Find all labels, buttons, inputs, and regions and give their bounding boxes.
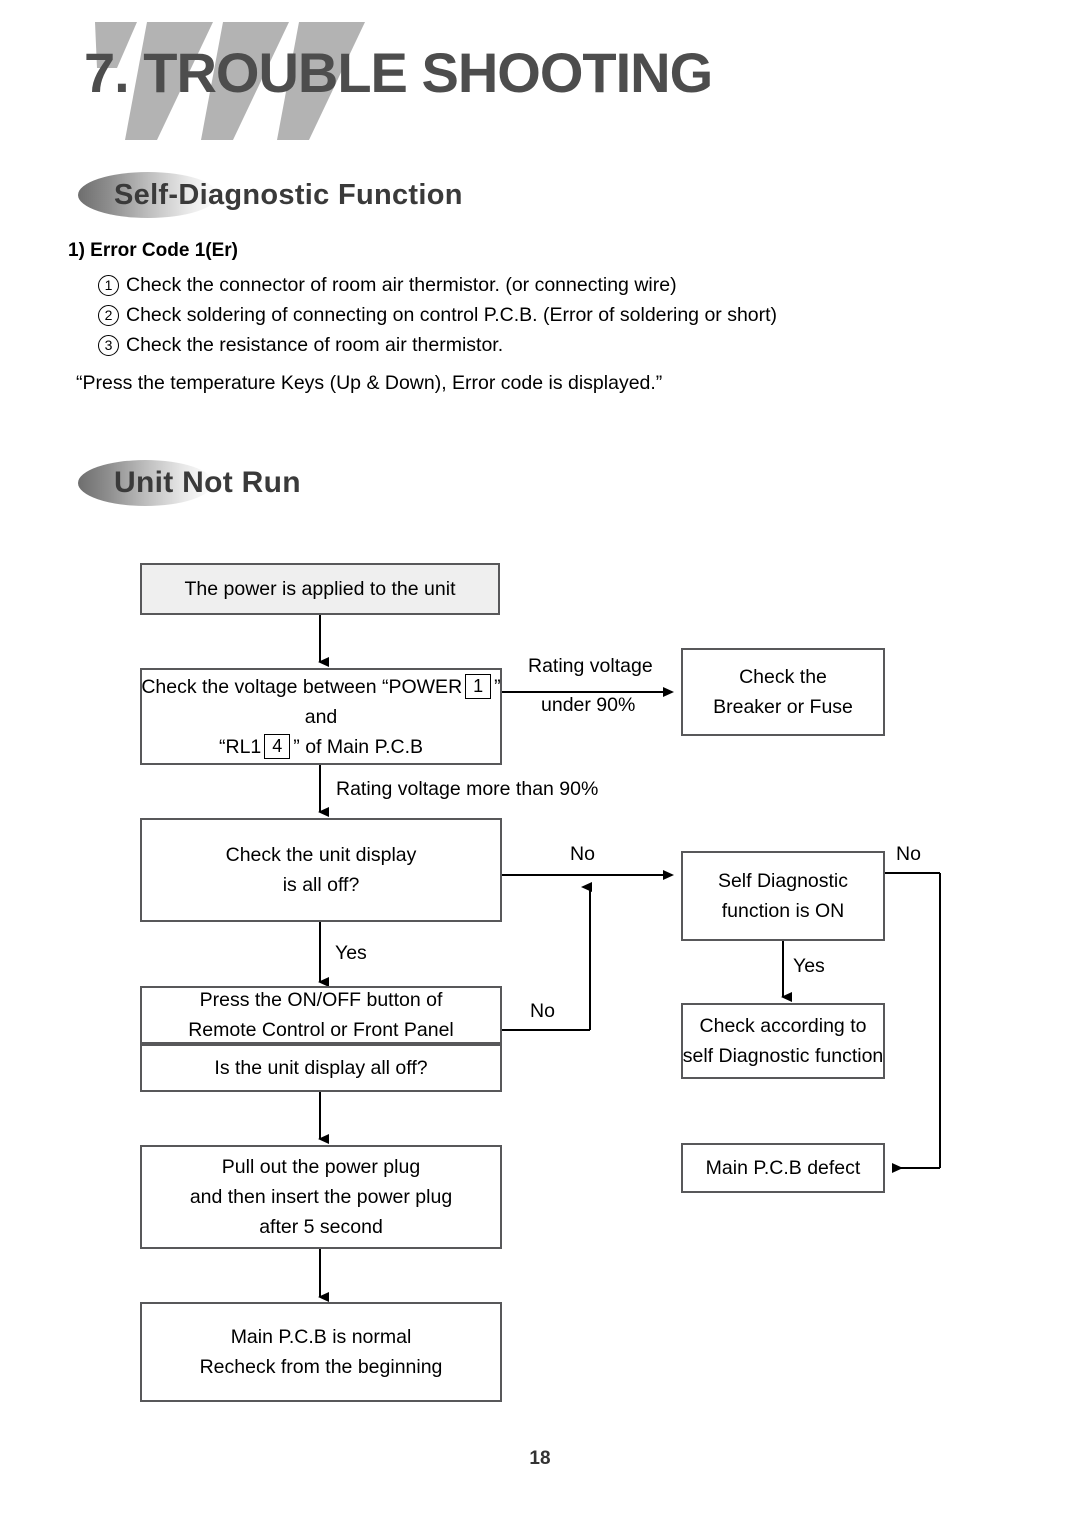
flow-node-text: Is the unit display all off? (214, 1057, 428, 1079)
flow-node-text-line1: Check the voltage between “POWER 1” (141, 672, 501, 702)
edge-label-yes-selfdiag: Yes (793, 955, 825, 977)
flow-node-pcb-normal: Main P.C.B is normal Recheck from the be… (140, 1302, 502, 1402)
flow-node-self-diagnostic-on: Self Diagnostic function is ON (681, 851, 885, 941)
flow-node-check-voltage: Check the voltage between “POWER 1” and “… (140, 668, 502, 765)
flow-node-text-line2: self Diagnostic function (682, 1045, 884, 1067)
flow-node-pcb-defect: Main P.C.B defect (681, 1143, 885, 1193)
voltage-text-pre: Check the voltage between “POWER (141, 675, 463, 698)
voltage-text-post: ” (494, 675, 501, 698)
boxed-number-power: 1 (465, 673, 492, 699)
flow-node-text-line2: and (304, 705, 338, 728)
rl1-text-pre: “RL1 (219, 735, 262, 758)
edge-label-yes-display: Yes (335, 942, 367, 964)
flow-node-text: Main P.C.B defect (705, 1157, 861, 1179)
boxed-number-rl1: 4 (264, 733, 291, 759)
flow-node-text-line2: Recheck from the beginning (199, 1356, 443, 1378)
flowchart: The power is applied to the unit Check t… (0, 0, 1080, 1528)
flow-node-pull-plug: Pull out the power plug and then insert … (140, 1145, 502, 1249)
flow-node-text-line2: function is ON (721, 900, 845, 922)
edge-label-no-onoff: No (530, 1000, 555, 1022)
flow-node-power-applied: The power is applied to the unit (140, 563, 500, 615)
flow-node-text-line1: Check according to (699, 1015, 867, 1037)
flow-node-check-according: Check according to self Diagnostic funct… (681, 1003, 885, 1079)
edge-label-no-selfdiag: No (896, 843, 921, 865)
flow-node-text-line2: Breaker or Fuse (713, 696, 853, 718)
edge-label-no-display: No (570, 843, 595, 865)
flow-node-text-line2: is all off? (282, 874, 360, 896)
edge-label-under-90: under 90% (541, 694, 636, 716)
rl1-text-post: ” of Main P.C.B (293, 735, 423, 758)
edge-label-rating-voltage: Rating voltage (528, 655, 653, 677)
edge-label-rating-more-than-90: Rating voltage more than 90% (336, 778, 599, 800)
flow-node-text-line3: “RL1 4” of Main P.C.B (219, 732, 423, 762)
flow-node-is-display-all-off: Is the unit display all off? (140, 1044, 502, 1092)
flow-node-text-line1: Main P.C.B is normal (230, 1326, 412, 1348)
flow-node-check-display: Check the unit display is all off? (140, 818, 502, 922)
flow-node-press-onoff: Press the ON/OFF button of Remote Contro… (140, 986, 502, 1044)
flow-node-text-line2: Remote Control or Front Panel (188, 1019, 454, 1041)
flow-node-text-line1: Pull out the power plug (221, 1156, 421, 1178)
flow-node-text: The power is applied to the unit (184, 578, 456, 600)
flow-node-text-line1: Press the ON/OFF button of (199, 989, 443, 1011)
flow-node-text-line2: and then insert the power plug (189, 1186, 453, 1208)
page-number: 18 (529, 1448, 551, 1469)
flow-node-text-line1: Check the unit display (225, 844, 417, 866)
flow-node-check-breaker: Check the Breaker or Fuse (681, 648, 885, 736)
flow-node-text-line3: after 5 second (259, 1216, 383, 1238)
flow-node-text-line1: Check the (739, 666, 827, 688)
flow-node-text-line1: Self Diagnostic (717, 870, 849, 892)
